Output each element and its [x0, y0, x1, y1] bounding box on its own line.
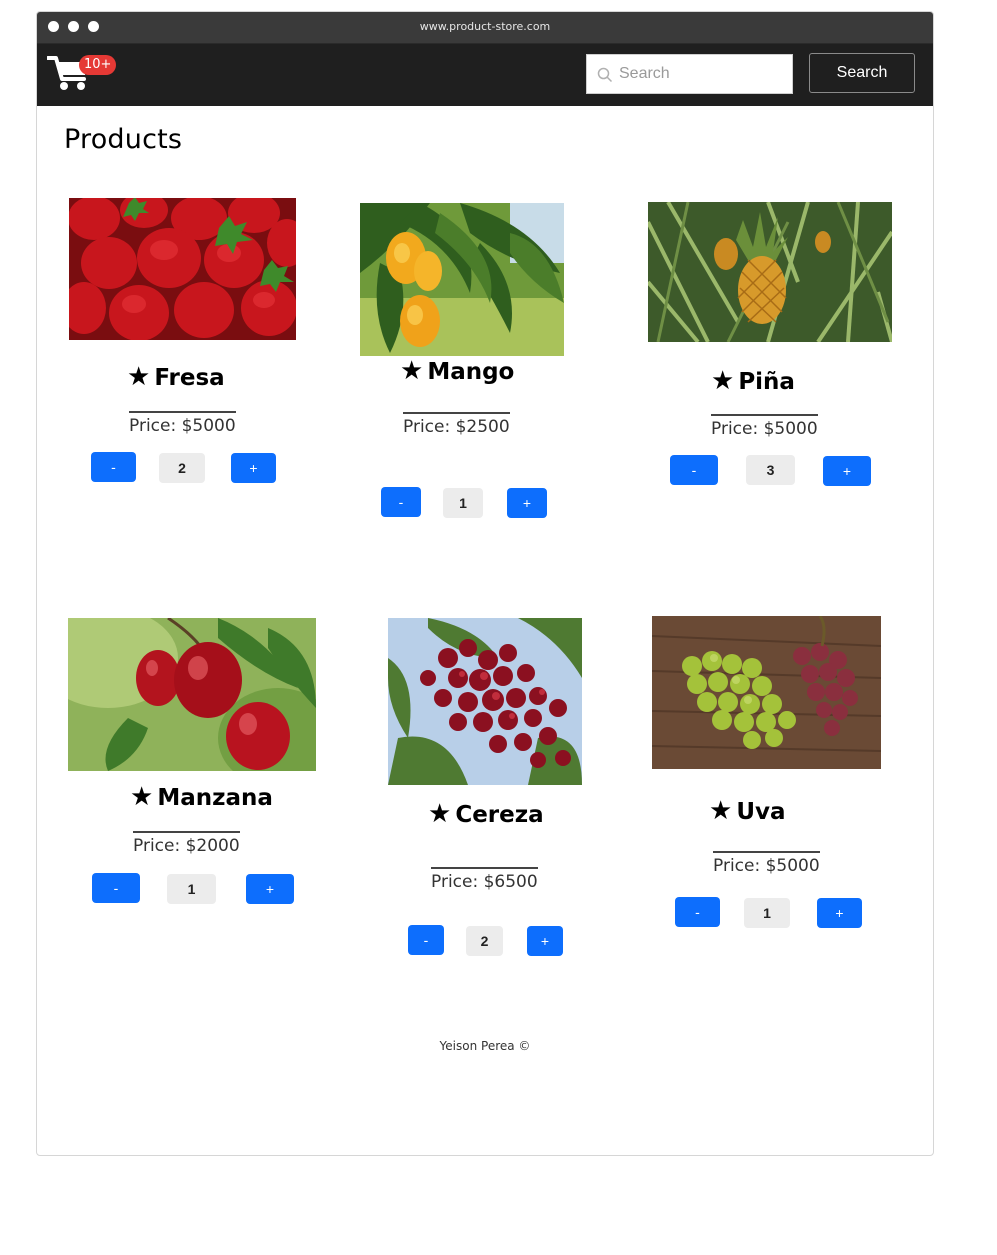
product-price-pina: Price: $5000 [711, 414, 818, 439]
increase-qty-button[interactable]: + [823, 456, 871, 486]
product-image-apples[interactable] [68, 618, 316, 771]
product-image-cherries[interactable] [388, 618, 582, 785]
star-icon[interactable]: ★ [428, 799, 451, 829]
quantity-value: 3 [746, 455, 795, 485]
increase-qty-button[interactable]: + [817, 898, 862, 928]
product-price-cereza: Price: $6500 [431, 867, 538, 892]
product-name-mango: ★ Mango [400, 356, 515, 386]
footer-credit: Yeison Perea © [439, 1039, 531, 1053]
title-bar: www.product-store.com [37, 12, 933, 44]
decrease-qty-button[interactable]: - [381, 487, 421, 517]
star-icon[interactable]: ★ [400, 356, 423, 386]
cart-count-badge: 10+ [79, 55, 117, 75]
page-title: Products [64, 124, 183, 155]
search-button[interactable]: Search [809, 53, 915, 93]
quantity-value: 2 [159, 453, 205, 483]
star-icon[interactable]: ★ [127, 362, 150, 392]
quantity-value: 1 [744, 898, 790, 928]
increase-qty-button[interactable]: + [231, 453, 276, 483]
product-name-pina: ★ Piña [711, 366, 795, 396]
decrease-qty-button[interactable]: - [92, 873, 140, 903]
star-icon[interactable]: ★ [130, 782, 153, 812]
product-price-fresa: Price: $5000 [129, 411, 236, 436]
product-image-pineapple[interactable] [648, 202, 892, 342]
product-name-cereza: ★ Cereza [428, 799, 544, 829]
cart-button[interactable]: 10+ [46, 52, 117, 92]
product-image-mangoes[interactable] [360, 203, 564, 356]
product-name-uva: ★ Uva [709, 796, 786, 826]
search-field[interactable] [586, 54, 793, 94]
product-price-mango: Price: $2500 [403, 412, 510, 437]
star-icon[interactable]: ★ [711, 366, 734, 396]
increase-qty-button[interactable]: + [527, 926, 563, 956]
decrease-qty-button[interactable]: - [670, 455, 718, 485]
navbar: 10+ Search [37, 44, 933, 106]
search-input[interactable] [619, 55, 789, 93]
decrease-qty-button[interactable]: - [408, 925, 444, 955]
decrease-qty-button[interactable]: - [675, 897, 720, 927]
address-bar-url: www.product-store.com [419, 20, 551, 33]
product-name-fresa: ★ Fresa [127, 362, 225, 392]
star-icon[interactable]: ★ [709, 796, 732, 826]
quantity-value: 1 [167, 874, 216, 904]
decrease-qty-button[interactable]: - [91, 452, 136, 482]
increase-qty-button[interactable]: + [246, 874, 294, 904]
browser-window: www.product-store.com 10+ Search Product… [36, 11, 934, 1156]
search-icon [597, 67, 613, 83]
product-price-uva: Price: $5000 [713, 851, 820, 876]
increase-qty-button[interactable]: + [507, 488, 547, 518]
product-name-manzana: ★ Manzana [130, 782, 273, 812]
product-price-manzana: Price: $2000 [133, 831, 240, 856]
product-image-strawberries[interactable] [69, 198, 296, 340]
quantity-value: 1 [443, 488, 483, 518]
quantity-value: 2 [466, 926, 503, 956]
product-image-grapes[interactable] [652, 616, 881, 769]
